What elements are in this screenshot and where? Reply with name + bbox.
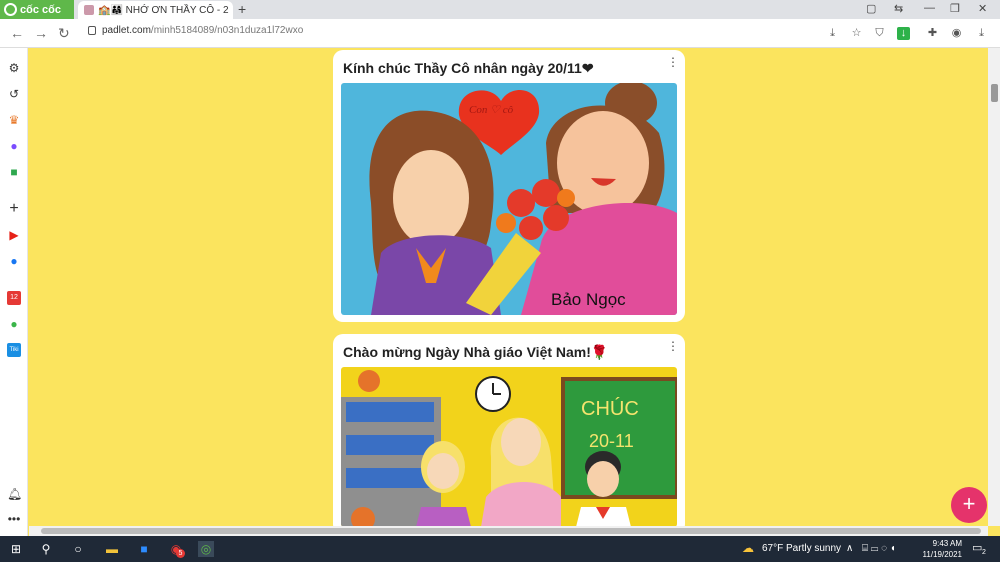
notification-center-icon[interactable]: ▭ [972, 541, 982, 554]
show-hidden-icons[interactable]: ∧ [846, 543, 853, 554]
vertical-scroll-thumb[interactable] [991, 84, 998, 102]
tab-active[interactable]: 🏫👨‍👩‍👧 NHỚ ƠN THẦY CÔ - 2 ✕ [78, 1, 233, 19]
drawing-signature: Bảo Ngọc [551, 290, 626, 309]
facebook-icon[interactable]: ● [7, 254, 21, 268]
post-card[interactable]: Chào mừng Ngày Nhà giáo Việt Nam!🌹 ⋮ CHÚ… [333, 334, 685, 526]
url-host: padlet.com [102, 25, 151, 36]
post-title: Kính chúc Thầy Cô nhân ngày 20/11❤ [343, 60, 594, 76]
tiki-icon[interactable]: Tiki [7, 343, 21, 357]
address-bar[interactable]: padlet.com/minh5184089/n03n1duza1l72wxo [88, 25, 303, 36]
add-post-button[interactable]: + [951, 487, 987, 523]
close-window-button[interactable]: ✕ [978, 2, 987, 15]
downloads-icon[interactable]: ⤓ [975, 27, 988, 40]
crown-icon[interactable]: ♛ [7, 113, 21, 127]
post-card[interactable]: Kính chúc Thầy Cô nhân ngày 20/11❤ ⋮ Con… [333, 50, 685, 322]
chat-icon[interactable]: ● [7, 317, 21, 331]
messenger-icon[interactable]: ● [7, 139, 21, 153]
tab-favicon-icon [84, 5, 94, 15]
search-tabs-icon[interactable]: ▢ [866, 2, 876, 15]
notification-count: 2 [982, 549, 986, 556]
settings-gear-icon[interactable]: ⚙ [7, 61, 21, 75]
extensions-icon[interactable]: ✚ [926, 27, 939, 40]
bookmark-star-icon[interactable]: ☆ [850, 27, 863, 40]
file-explorer-icon[interactable]: ▬ [104, 541, 120, 557]
add-sidebar-icon[interactable]: + [7, 201, 21, 217]
coccoc-taskbar-icon[interactable]: ◎ [198, 541, 214, 557]
restore-button[interactable]: ❐ [950, 2, 960, 15]
tab-list-icon[interactable]: ⇆ [894, 2, 903, 15]
tab-title: 🏫👨‍👩‍👧 NHỚ ƠN THẦY CÔ - 2 [98, 4, 229, 16]
windows-taskbar: ⊞ ⚲ ○ ▬ ■ ◉ 5 ◎ ☁ 67°F Partly sunny ∧ ⌸ … [0, 536, 1000, 562]
post-drawing-image[interactable]: CHÚC 20-11 [341, 367, 677, 526]
history-icon[interactable]: ↺ [7, 87, 21, 101]
shield-icon[interactable]: ⛉ [873, 27, 886, 40]
minimize-button[interactable]: — [924, 2, 935, 14]
brand-label: cốc cốc [20, 3, 61, 16]
horizontal-scroll-thumb[interactable] [41, 528, 981, 534]
board-text-2: 20-11 [589, 431, 634, 451]
shopping-icon[interactable]: 12 [7, 291, 21, 305]
browser-brand-button[interactable]: cốc cốc [0, 0, 74, 19]
post-more-icon[interactable]: ⋮ [667, 55, 679, 69]
weather-icon[interactable]: ☁ [742, 541, 754, 555]
back-button[interactable]: ← [10, 25, 24, 41]
reload-button[interactable]: ↻ [58, 25, 70, 42]
download-green-icon[interactable]: ↓ [897, 27, 910, 40]
browser-sidebar: ⚙ ↺ ♛ ● ■ + ▶ ● 12 ● Tiki 🔔︎ ••• [0, 48, 28, 536]
forward-button[interactable]: → [34, 25, 48, 41]
post-title: Chào mừng Ngày Nhà giáo Việt Nam!🌹 [343, 344, 609, 360]
notification-bell-icon[interactable]: 🔔︎ [7, 487, 22, 501]
clock-date: 11/19/2021 [922, 550, 962, 559]
clock-time: 9:43 AM [932, 539, 962, 548]
game-icon[interactable]: ■ [7, 165, 21, 179]
weather-text[interactable]: 67°F Partly sunny [762, 543, 841, 554]
coccoc-logo-icon [4, 3, 17, 16]
task-view-icon[interactable]: ○ [70, 541, 86, 557]
heart-text: Con ♡ cô [469, 104, 514, 116]
search-icon[interactable]: ⚲ [38, 541, 54, 557]
vertical-scrollbar[interactable] [988, 48, 1000, 526]
zoom-icon[interactable]: ■ [136, 541, 152, 557]
youtube-icon[interactable]: ▶ [7, 228, 21, 242]
install-app-icon[interactable]: ⤓ [826, 27, 839, 40]
post-more-icon[interactable]: ⋮ [667, 339, 679, 353]
url-path: /minh5184089/n03n1duza1l72wxo [150, 25, 304, 36]
new-tab-button[interactable]: + [238, 1, 246, 17]
post-drawing-image[interactable]: Con ♡ cô Bảo Ngọc [341, 83, 677, 315]
padlet-board: Kính chúc Thầy Cô nhân ngày 20/11❤ ⋮ Con… [29, 48, 988, 526]
chrome-badge: 5 [176, 549, 185, 558]
more-options-icon[interactable]: ••• [7, 512, 21, 526]
board-text-1: CHÚC [581, 397, 639, 420]
title-bar: cốc cốc 🏫👨‍👩‍👧 NHỚ ƠN THẦY CÔ - 2 ✕ + ▢ … [0, 0, 1000, 19]
system-clock[interactable]: 9:43 AM 11/19/2021 [920, 538, 962, 560]
profile-icon[interactable]: ◉ [950, 27, 963, 40]
browser-toolbar: ← → ↻ padlet.com/minh5184089/n03n1duza1l… [0, 19, 1000, 48]
tray-icons[interactable]: ⌸ ▭ ◌ ◖ [862, 543, 896, 554]
lock-icon [88, 26, 96, 35]
windows-start-icon[interactable]: ⊞ [8, 541, 24, 557]
